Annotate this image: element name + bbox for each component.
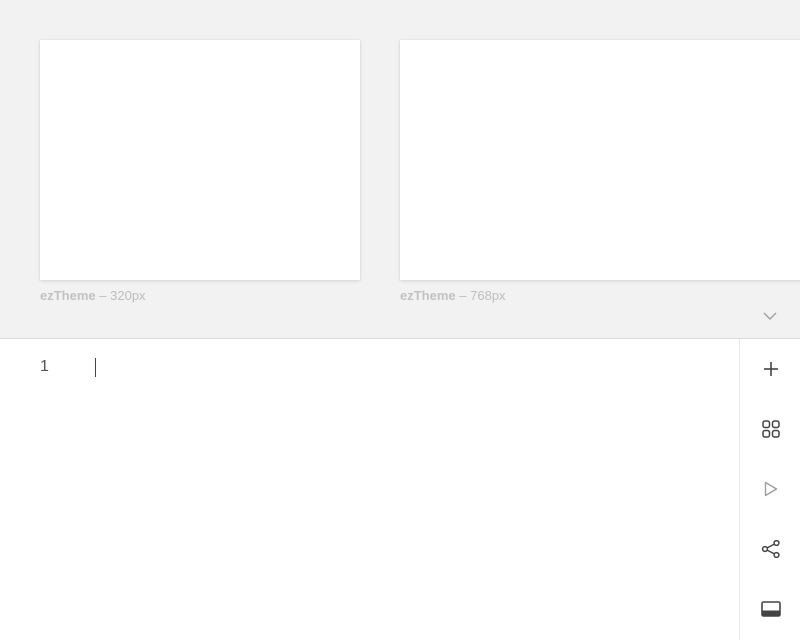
collapse-previews-button[interactable] xyxy=(760,306,780,326)
line-number: 1 xyxy=(40,358,49,375)
side-toolbar xyxy=(739,339,800,640)
chevron-down-icon xyxy=(763,312,777,320)
play-icon xyxy=(764,481,777,497)
preview-frame-320[interactable] xyxy=(40,40,360,280)
preview-caption-320: ezTheme – 320px xyxy=(40,288,146,303)
preview-separator: – xyxy=(99,288,107,303)
code-input-area[interactable] xyxy=(80,339,739,640)
panel-bottom-icon xyxy=(760,601,781,617)
run-button[interactable] xyxy=(740,459,800,519)
plus-icon xyxy=(763,362,778,376)
toggle-panel-button[interactable] xyxy=(740,579,800,639)
preview-separator: – xyxy=(459,288,467,303)
code-editor: 1 xyxy=(0,339,739,640)
grid-view-button[interactable] xyxy=(740,399,800,459)
preview-caption-768: ezTheme – 768px xyxy=(400,288,506,303)
share-button[interactable] xyxy=(740,519,800,579)
preview-width-label: 320px xyxy=(110,288,146,303)
grid-icon xyxy=(761,420,780,438)
preview-width-label: 768px xyxy=(470,288,506,303)
preview-theme-name: ezTheme xyxy=(400,288,456,303)
share-icon xyxy=(761,540,780,558)
add-button[interactable] xyxy=(740,339,800,399)
text-caret xyxy=(95,358,96,377)
preview-area: ezTheme – 320px ezTheme – 768px xyxy=(0,0,800,339)
preview-theme-name: ezTheme xyxy=(40,288,96,303)
preview-frame-768[interactable] xyxy=(400,40,800,280)
